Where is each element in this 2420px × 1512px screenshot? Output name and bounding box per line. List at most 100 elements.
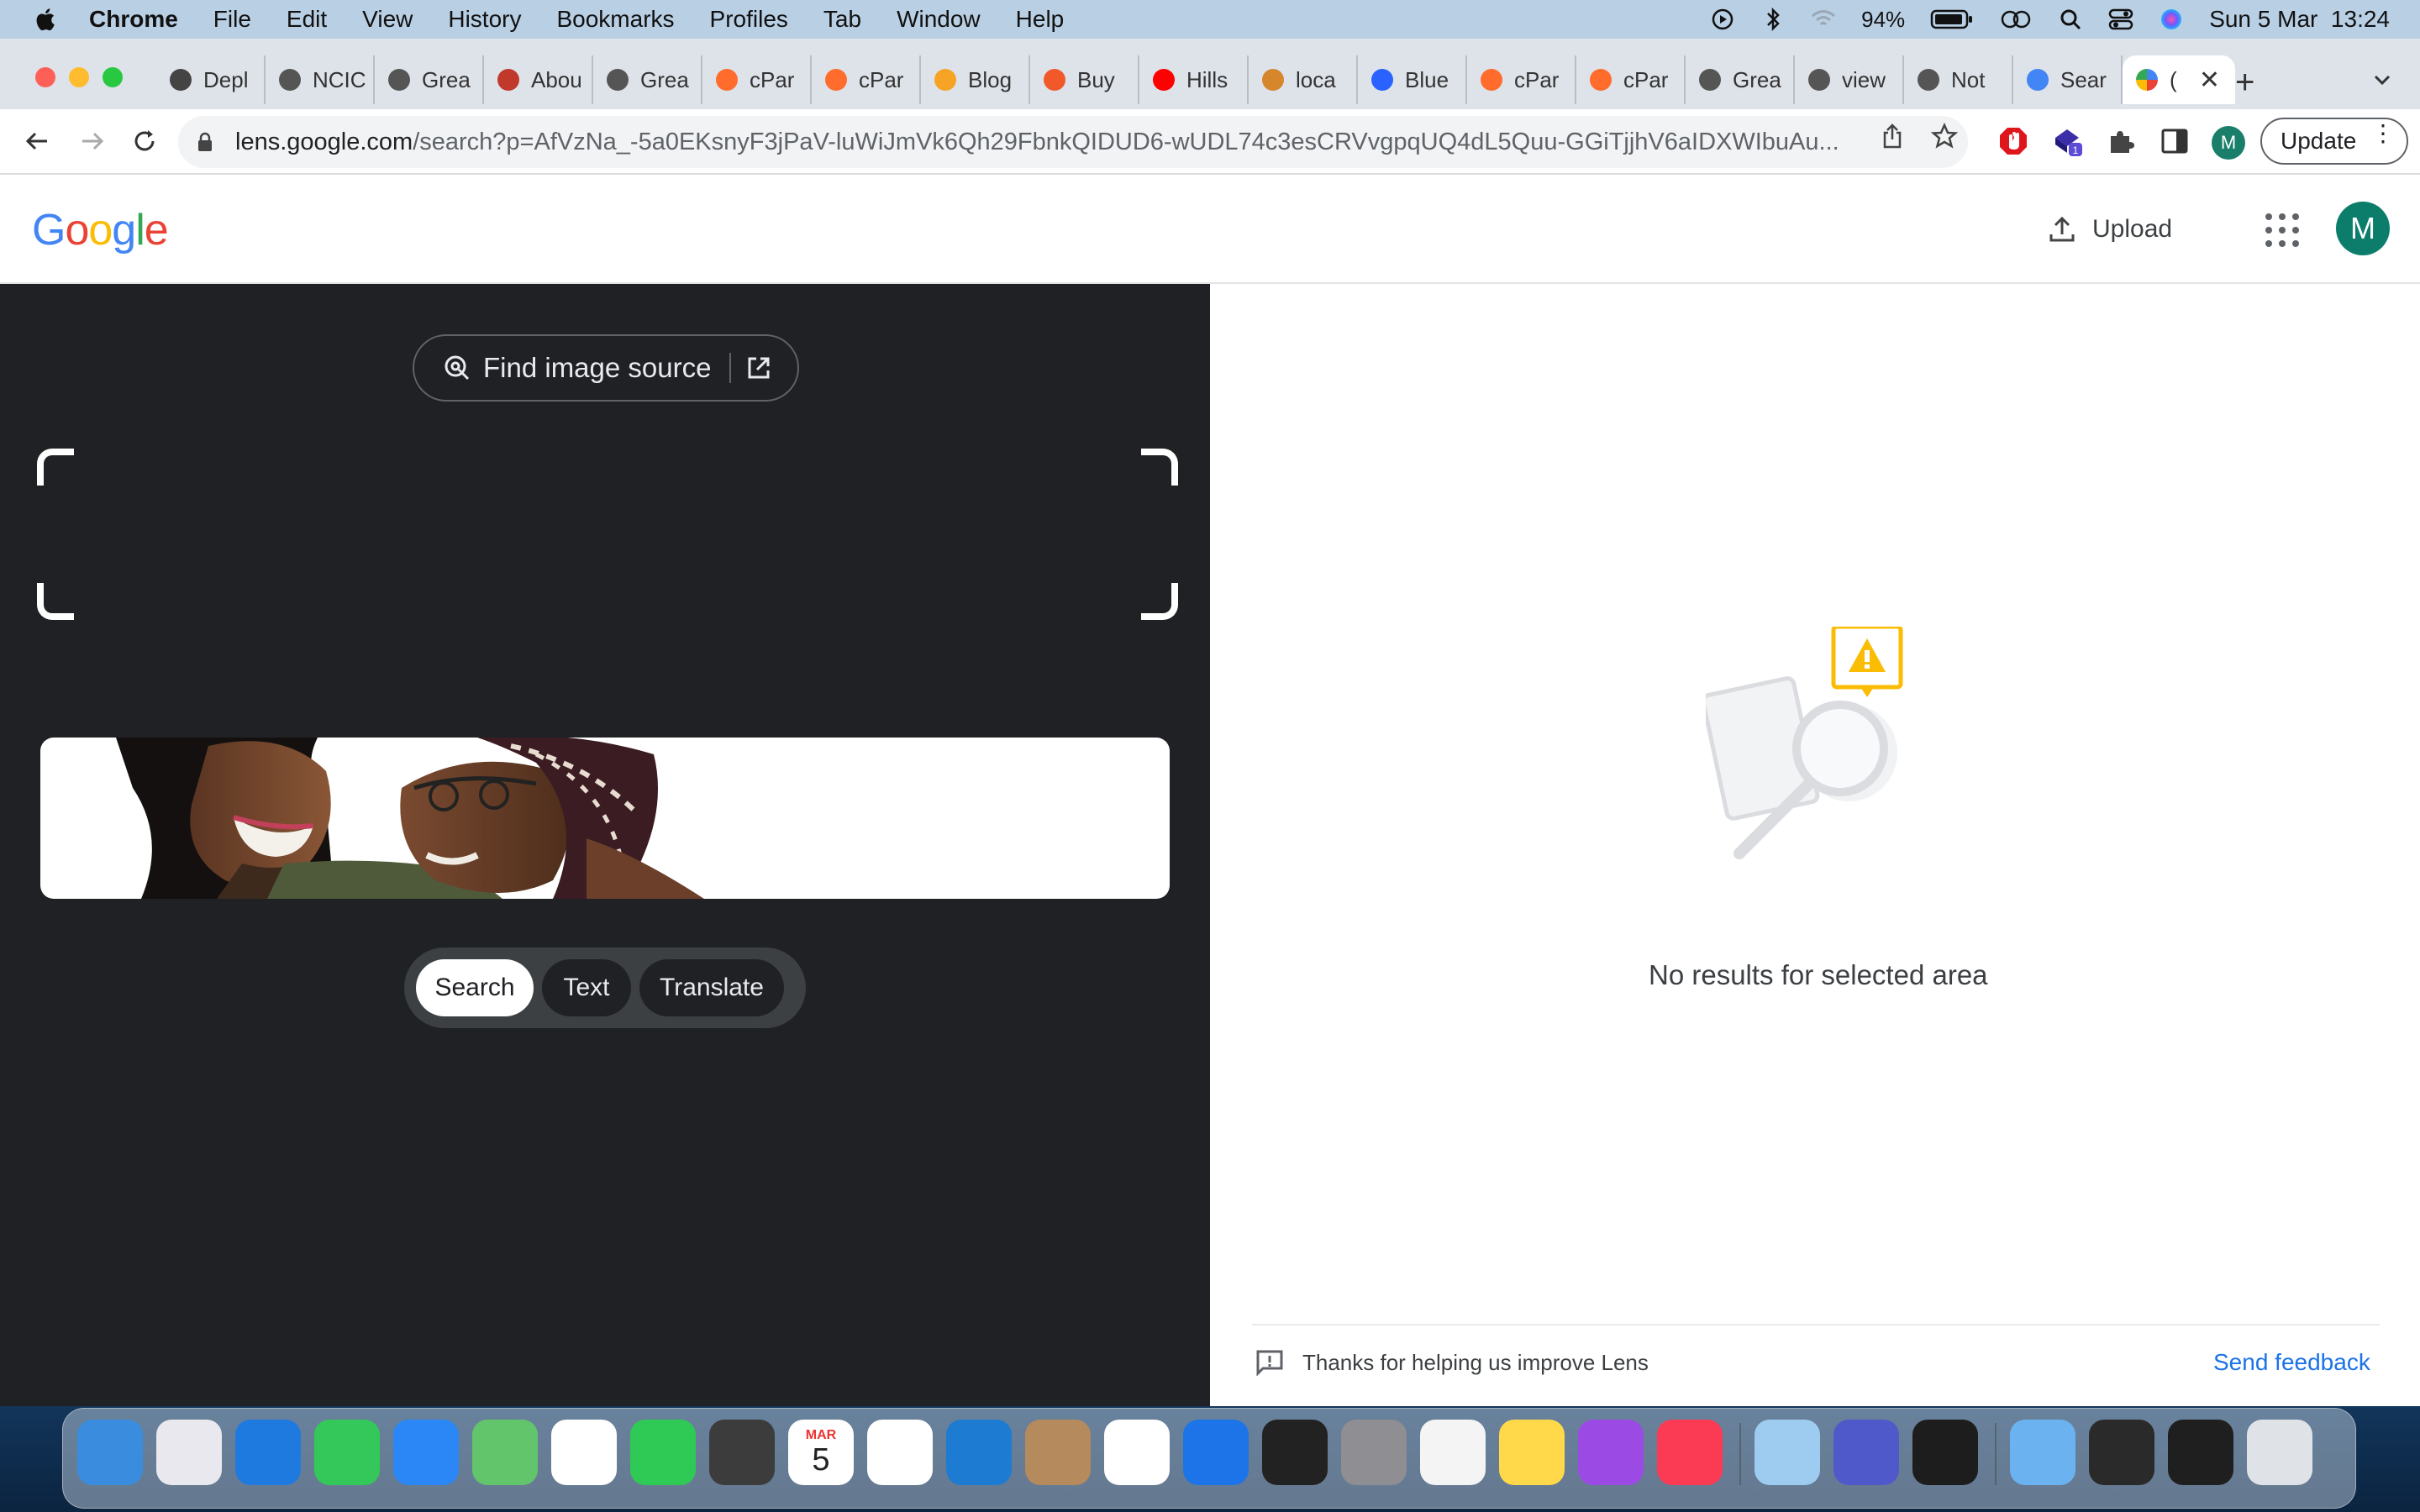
spotlight-search-icon[interactable] <box>2058 7 2083 32</box>
browser-tab[interactable]: Blog <box>921 55 1030 104</box>
dock-window-2-icon[interactable] <box>2168 1420 2233 1485</box>
mode-text-button[interactable]: Text <box>542 959 631 1016</box>
window-zoom-button[interactable] <box>103 67 123 87</box>
browser-tab-active[interactable]: (✕ <box>2123 55 2235 104</box>
menu-edit[interactable]: Edit <box>287 6 327 33</box>
dock-teams-icon[interactable] <box>1833 1420 1899 1485</box>
browser-tab[interactable]: Grea <box>593 55 702 104</box>
browser-tab[interactable]: loca <box>1249 55 1358 104</box>
dock-vscode-icon[interactable] <box>946 1420 1012 1485</box>
menu-history[interactable]: History <box>448 6 521 33</box>
dock-photos-icon[interactable] <box>551 1420 617 1485</box>
side-panel-icon[interactable] <box>2160 126 2190 156</box>
address-bar[interactable]: lens.google.com/search?p=AfVzNa_-5a0EKsn… <box>178 116 1968 168</box>
reload-icon[interactable] <box>128 124 161 158</box>
apple-logo-icon[interactable] <box>32 5 60 34</box>
dock-notes-icon[interactable] <box>1499 1420 1565 1485</box>
adblock-extension-icon[interactable] <box>1998 126 2028 156</box>
menu-bookmarks[interactable]: Bookmarks <box>556 6 674 33</box>
extension-badge-icon[interactable]: 1 <box>2052 126 2082 156</box>
dock-window-1-icon[interactable] <box>2089 1420 2154 1485</box>
forward-arrow-icon[interactable] <box>76 124 109 158</box>
browser-tab[interactable]: Grea <box>375 55 484 104</box>
dock-facetime-icon[interactable] <box>630 1420 696 1485</box>
crop-corner-top-right[interactable] <box>1141 449 1178 486</box>
dock-downloads-icon[interactable] <box>2010 1420 2075 1485</box>
mode-search-button[interactable]: Search <box>416 959 534 1016</box>
dock-activity-monitor-icon[interactable] <box>1912 1420 1978 1485</box>
dock-calendar-icon[interactable]: MAR 5 <box>788 1420 854 1485</box>
menu-bar-clock[interactable]: Sun 5 Mar 13:24 <box>2209 6 2390 33</box>
media-play-icon[interactable] <box>1710 7 1735 32</box>
bookmark-star-icon[interactable] <box>1931 123 1958 150</box>
dock-contacts-icon[interactable] <box>1025 1420 1091 1485</box>
update-button[interactable]: Update ⋮ <box>2260 118 2408 165</box>
dock-terminal-icon[interactable] <box>1262 1420 1328 1485</box>
dock-finder-icon[interactable] <box>77 1420 143 1485</box>
mode-translate-button[interactable]: Translate <box>639 959 784 1016</box>
crop-corner-top-left[interactable] <box>37 449 74 486</box>
browser-tab[interactable]: Not <box>1904 55 2013 104</box>
browser-tab[interactable]: cPar <box>1467 55 1576 104</box>
browser-tab[interactable]: cPar <box>1576 55 1686 104</box>
google-account-avatar[interactable]: M <box>2336 202 2390 255</box>
browser-tab[interactable]: Depl <box>156 55 266 104</box>
browser-tab[interactable]: cPar <box>812 55 921 104</box>
window-close-button[interactable] <box>35 67 55 87</box>
send-feedback-link[interactable]: Send feedback <box>2213 1349 2370 1376</box>
lock-icon[interactable] <box>197 132 213 152</box>
control-center-icon[interactable] <box>2108 7 2133 32</box>
browser-tab[interactable]: Abou <box>484 55 593 104</box>
dock-system-settings-icon[interactable] <box>1341 1420 1407 1485</box>
crop-corner-bottom-right[interactable] <box>1141 583 1178 620</box>
browser-tab[interactable]: Blue <box>1358 55 1467 104</box>
selected-image-region[interactable] <box>40 738 1170 899</box>
menu-tab[interactable]: Tab <box>823 6 861 33</box>
menu-profiles[interactable]: Profiles <box>710 6 788 33</box>
menu-app-name[interactable]: Chrome <box>89 6 178 33</box>
dock-safari-icon[interactable] <box>235 1420 301 1485</box>
browser-tab[interactable]: view <box>1795 55 1904 104</box>
battery-icon[interactable] <box>1930 7 1974 32</box>
dock-maps-icon[interactable] <box>472 1420 538 1485</box>
bluetooth-icon[interactable] <box>1760 7 1786 32</box>
tab-close-icon[interactable]: ✕ <box>2199 66 2220 95</box>
dock-reminders-icon[interactable] <box>1104 1420 1170 1485</box>
menu-view[interactable]: View <box>362 6 413 33</box>
menu-window[interactable]: Window <box>897 6 981 33</box>
browser-tab[interactable]: NCIC <box>266 55 375 104</box>
menu-help[interactable]: Help <box>1016 6 1065 33</box>
google-logo[interactable]: Google <box>32 205 169 255</box>
crop-corner-bottom-left[interactable] <box>37 583 74 620</box>
new-tab-button[interactable]: + <box>2235 64 2254 102</box>
dock-preview-icon[interactable] <box>1754 1420 1820 1485</box>
dock-chrome-icon[interactable] <box>867 1420 933 1485</box>
menu-file[interactable]: File <box>213 6 251 33</box>
share-icon[interactable] <box>1879 123 1906 150</box>
dock-launchpad-icon[interactable] <box>156 1420 222 1485</box>
google-apps-grid-icon[interactable] <box>2265 213 2299 247</box>
dock-sublime-icon[interactable] <box>709 1420 775 1485</box>
find-image-source-button[interactable]: Find image source <box>413 334 799 402</box>
browser-tab[interactable]: Buy <box>1030 55 1139 104</box>
dock-music-icon[interactable] <box>1657 1420 1723 1485</box>
browser-tab[interactable]: cPar <box>702 55 812 104</box>
dock-trash-icon[interactable] <box>2247 1420 2312 1485</box>
back-arrow-icon[interactable] <box>20 124 54 158</box>
upload-button[interactable]: Upload <box>2047 208 2172 250</box>
dock-messages-icon[interactable] <box>314 1420 380 1485</box>
dock-textedit-icon[interactable] <box>1420 1420 1486 1485</box>
browser-tab[interactable]: Sear <box>2013 55 2123 104</box>
dock-xcode-icon[interactable] <box>1183 1420 1249 1485</box>
more-menu-icon[interactable]: ⋮ <box>2371 122 2395 145</box>
window-minimize-button[interactable] <box>69 67 89 87</box>
siri-icon[interactable] <box>2159 7 2184 32</box>
dock-mail-icon[interactable] <box>393 1420 459 1485</box>
dock-podcasts-icon[interactable] <box>1578 1420 1644 1485</box>
wifi-off-icon[interactable] <box>1811 7 1836 32</box>
browser-tab[interactable]: Grea <box>1686 55 1795 104</box>
browser-tab[interactable]: Hills <box>1139 55 1249 104</box>
extensions-puzzle-icon[interactable] <box>2106 126 2136 156</box>
screen-mirroring-icon[interactable] <box>1999 7 2033 32</box>
url-text[interactable]: lens.google.com/search?p=AfVzNa_-5a0EKsn… <box>235 129 1857 156</box>
